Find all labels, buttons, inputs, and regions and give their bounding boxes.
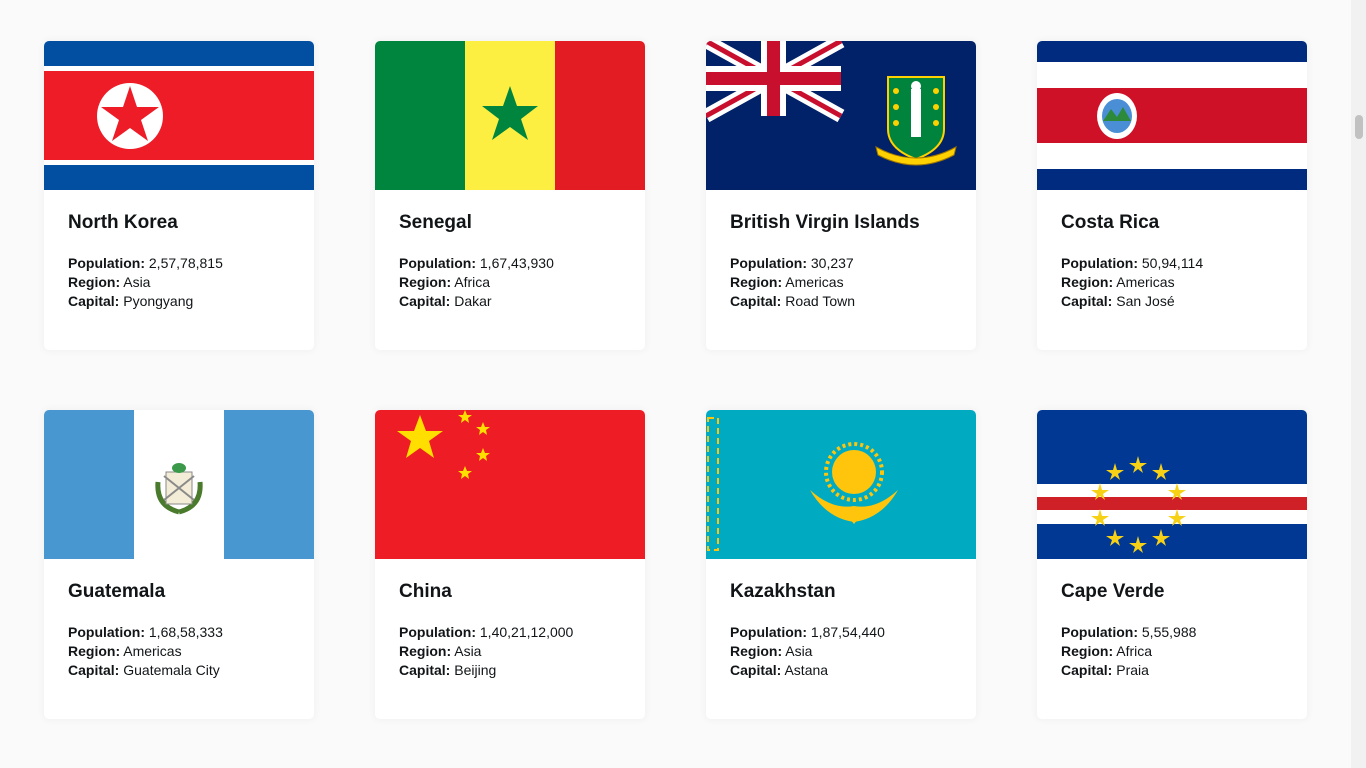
region-value: Africa [1116,643,1153,659]
population-label: Population: [1061,255,1138,271]
capital-value: Praia [1116,662,1149,678]
capital-value: Road Town [785,293,856,309]
capital-label: Capital: [1061,662,1113,678]
region-label: Region: [68,643,121,659]
population-row: Population: 50,94,114 [1061,254,1283,273]
population-label: Population: [399,624,476,640]
region-label: Region: [399,643,452,659]
china-flag [375,410,645,559]
country-name: North Korea [68,212,178,233]
region-row: Region: Africa [1061,642,1283,661]
region-label: Region: [1061,643,1114,659]
country-card[interactable]: Costa Rica Population: 50,94,114 Region:… [1037,41,1307,350]
population-row: Population: 30,237 [730,254,952,273]
population-value: 2,57,78,815 [148,255,223,271]
capital-row: Capital: Dakar [399,292,621,311]
region-label: Region: [68,274,121,290]
region-row: Region: Americas [68,642,290,661]
population-value: 50,94,114 [1141,255,1204,271]
page-scrollbar[interactable] [1351,0,1366,768]
population-label: Population: [68,255,145,271]
population-row: Population: 5,55,988 [1061,623,1283,642]
capital-label: Capital: [730,293,782,309]
country-card[interactable]: Cape Verde Population: 5,55,988 Region: … [1037,410,1307,719]
population-value: 1,40,21,12,000 [479,624,574,640]
capital-row: Capital: Astana [730,661,952,680]
country-name: Kazakhstan [730,581,836,602]
region-value: Americas [785,274,844,290]
countries-grid: North Korea Population: 2,57,78,815 Regi… [44,41,1307,719]
capital-row: Capital: Praia [1061,661,1283,680]
region-row: Region: Asia [68,273,290,292]
region-value: Asia [785,643,813,659]
region-row: Region: Asia [730,642,952,661]
capital-value: Beijing [454,662,497,678]
british-virgin-islands-flag [706,41,976,190]
region-value: Asia [123,274,151,290]
population-row: Population: 1,68,58,333 [68,623,290,642]
population-value: 1,68,58,333 [148,624,223,640]
population-label: Population: [399,255,476,271]
population-label: Population: [1061,624,1138,640]
population-row: Population: 1,67,43,930 [399,254,621,273]
population-value: 1,67,43,930 [479,255,554,271]
region-value: Americas [1116,274,1175,290]
population-row: Population: 2,57,78,815 [68,254,290,273]
capital-row: Capital: San José [1061,292,1283,311]
capital-label: Capital: [68,662,120,678]
capital-label: Capital: [730,662,782,678]
region-row: Region: Africa [399,273,621,292]
country-name: Costa Rica [1061,212,1160,233]
region-row: Region: Americas [730,273,952,292]
capital-value: Astana [784,662,829,678]
capital-value: Pyongyang [123,293,194,309]
country-name: Cape Verde [1061,581,1165,602]
population-label: Population: [68,624,145,640]
north-korea-flag [44,41,314,190]
country-name: Senegal [399,212,472,233]
population-value: 30,237 [810,255,854,271]
country-card[interactable]: Kazakhstan Population: 1,87,54,440 Regio… [706,410,976,719]
country-name: China [399,581,452,602]
guatemala-flag [44,410,314,559]
population-label: Population: [730,624,807,640]
population-row: Population: 1,87,54,440 [730,623,952,642]
capital-label: Capital: [399,293,451,309]
capital-value: Guatemala City [123,662,220,678]
country-card[interactable]: China Population: 1,40,21,12,000 Region:… [375,410,645,719]
population-label: Population: [730,255,807,271]
region-value: Africa [454,274,491,290]
country-card[interactable]: Guatemala Population: 1,68,58,333 Region… [44,410,314,719]
scrollbar-thumb[interactable] [1355,115,1363,139]
population-value: 5,55,988 [1141,624,1197,640]
population-row: Population: 1,40,21,12,000 [399,623,621,642]
region-label: Region: [399,274,452,290]
kazakhstan-flag [706,410,976,559]
country-card[interactable]: British Virgin Islands Population: 30,23… [706,41,976,350]
capital-row: Capital: Beijing [399,661,621,680]
region-label: Region: [730,643,783,659]
capital-label: Capital: [1061,293,1113,309]
region-row: Region: Americas [1061,273,1283,292]
country-card[interactable]: Senegal Population: 1,67,43,930 Region: … [375,41,645,350]
capital-row: Capital: Pyongyang [68,292,290,311]
capital-label: Capital: [399,662,451,678]
country-name: British Virgin Islands [730,212,920,233]
region-value: Asia [454,643,482,659]
country-name: Guatemala [68,581,166,602]
capital-row: Capital: Road Town [730,292,952,311]
region-row: Region: Asia [399,642,621,661]
population-value: 1,87,54,440 [810,624,885,640]
costa-rica-flag [1037,41,1307,190]
region-value: Americas [123,643,182,659]
country-card[interactable]: North Korea Population: 2,57,78,815 Regi… [44,41,314,350]
region-label: Region: [1061,274,1114,290]
capital-row: Capital: Guatemala City [68,661,290,680]
capital-value: Dakar [454,293,492,309]
capital-value: San José [1116,293,1175,309]
cape-verde-flag [1037,410,1307,559]
region-label: Region: [730,274,783,290]
senegal-flag [375,41,645,190]
capital-label: Capital: [68,293,120,309]
